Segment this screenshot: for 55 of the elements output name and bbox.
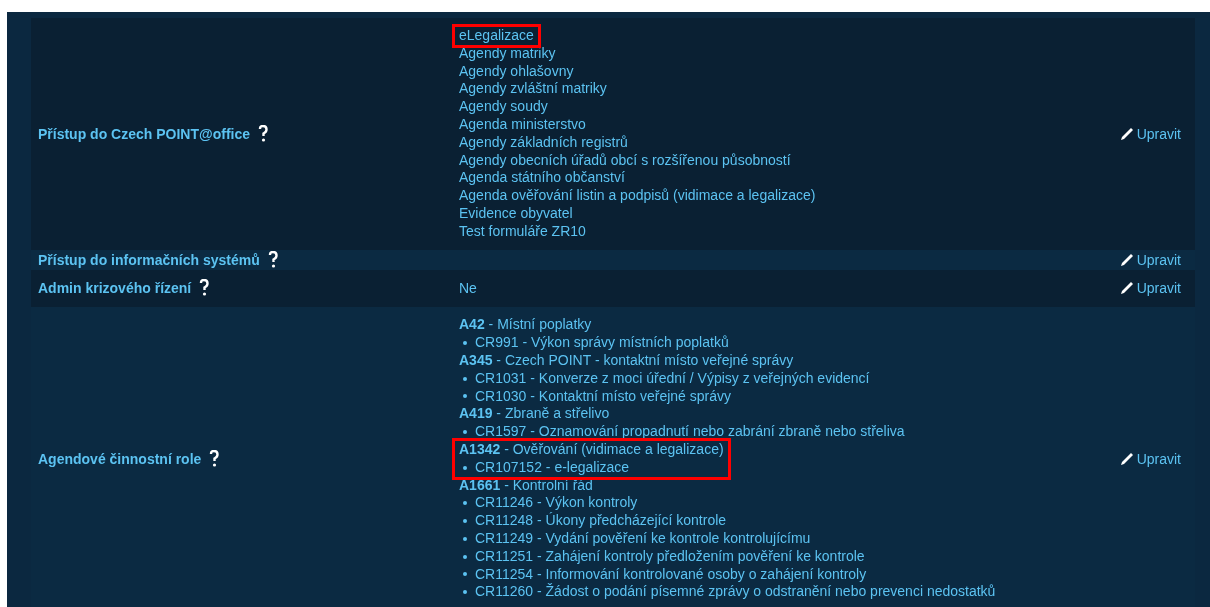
pencil-icon (1119, 281, 1134, 296)
bullet-icon (463, 465, 467, 470)
bullet-icon (463, 519, 467, 523)
access-item: Agendy soudy (459, 98, 548, 116)
agenda-title: A345 - Czech POINT - kontaktní místo veřejné správy (459, 351, 794, 370)
access-item: Test formuláře ZR10 (459, 222, 586, 241)
pencil-icon (1119, 252, 1134, 267)
role-item: CR107152 - e-legalizace (475, 458, 630, 477)
agenda-title: A419 - Zbraně a střelivo (459, 405, 610, 424)
role-item: CR991 - Výkon správy místních poplatků (475, 334, 729, 352)
access-item: Agenda státního občanství (459, 169, 625, 188)
edit-link[interactable]: Upravit (1119, 280, 1181, 297)
help-icon[interactable] (209, 449, 220, 468)
value-text: Ne (459, 279, 477, 296)
pencil-icon (1119, 126, 1134, 141)
bullet-icon (463, 430, 467, 435)
access-item: Evidence obyvatel (459, 204, 573, 223)
edit-link[interactable]: Upravit (1119, 450, 1181, 467)
edit-link[interactable]: Upravit (1119, 251, 1181, 268)
row-label: Agendové činnostní role (38, 450, 202, 467)
access-item: Agendy obecních úřadů obcí s rozšířenou působností (459, 151, 791, 170)
role-item: CR11246 - Výkon kontroly (475, 494, 638, 512)
access-item: Agendy základních registrů (459, 133, 628, 152)
agenda-title: A42 - Místní poplatky (459, 316, 592, 335)
role-item: CR11249 - Vydání pověření ke kontrole kontrolujícímu (475, 529, 811, 548)
access-item: eLegalizace (455, 27, 538, 45)
help-icon[interactable] (267, 250, 278, 269)
bullet-icon (463, 501, 467, 506)
help-icon[interactable] (258, 124, 268, 143)
bullet-icon (463, 590, 467, 595)
row-label: Přístup do informačních systémů (38, 251, 260, 268)
edit-link[interactable]: Upravit (1119, 125, 1181, 142)
role-item: CR11251 - Zahájení kontroly předložením pověření ke kontrole (475, 547, 865, 566)
bullet-icon (463, 554, 467, 559)
agenda-title: A1342 - Ověřování (vidimace a legalizace) (459, 440, 724, 459)
access-item: Agendy zvláštní matriky (459, 80, 607, 99)
role-item: CR1030 - Kontaktní místo veřejné správy (475, 387, 731, 406)
role-item: CR1597 - Oznamování propadnutí nebo zabrání zbraně nebo střeliva (475, 423, 905, 441)
role-item: CR11248 - Úkony předcházející kontrole (475, 512, 727, 530)
row-label: Přístup do Czech POINT@office (38, 125, 250, 142)
access-item: Agendy ohlašovny (459, 62, 574, 81)
role-item: CR11254 - Informování kontrolované osoby o zahájení kontroly (475, 565, 867, 583)
access-item: Agenda ministerstvo (459, 116, 586, 134)
access-item: Agendy matriky (459, 44, 556, 63)
access-item: Agenda ověřování listin a podpisů (vidimace a legalizace) (459, 187, 816, 205)
role-item: CR1031 - Konverze z moci úřední / Výpisy z veřejných evidencí (475, 369, 870, 388)
bullet-icon (463, 376, 467, 381)
help-icon[interactable] (199, 279, 210, 298)
row-label: Admin krizového řízení (38, 280, 192, 297)
bullet-icon (463, 572, 467, 577)
pencil-icon (1119, 451, 1134, 466)
bullet-icon (463, 341, 467, 346)
bullet-icon (463, 394, 467, 399)
bullet-icon (463, 536, 467, 541)
role-item: CR11260 - Žádost o podání písemné zprávy o odstranění nebo prevenci nedostatků (475, 583, 996, 602)
